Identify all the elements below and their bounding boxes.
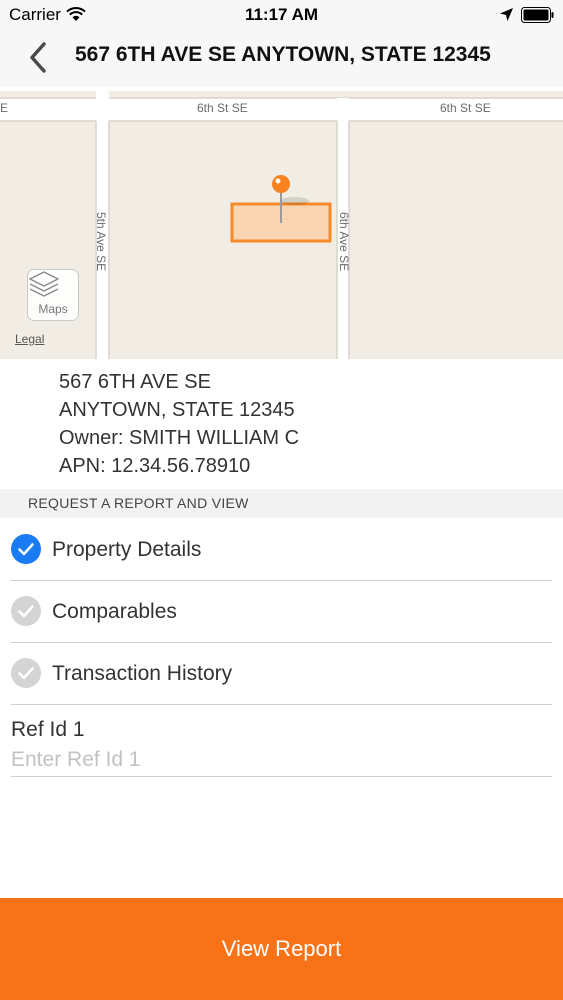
option-transaction-history[interactable]: Transaction History [11, 642, 552, 705]
option-label: Property Details [52, 538, 202, 561]
maps-button[interactable]: Maps [27, 269, 79, 321]
property-info: 567 6TH AVE SE ANYTOWN, STATE 12345 Owne… [59, 368, 299, 480]
navigation-bar: 567 6TH AVE SE ANYTOWN, STATE 12345 [0, 30, 563, 87]
view-report-button[interactable]: View Report [0, 898, 563, 1000]
legal-link[interactable]: Legal [15, 332, 44, 346]
battery-icon [521, 7, 554, 23]
option-label: Comparables [52, 600, 177, 623]
street-label-edge: E [0, 101, 9, 115]
page-title: 567 6TH AVE SE ANYTOWN, STATE 12345 [75, 43, 491, 66]
map-canvas [0, 87, 563, 359]
apn-label: APN: 12.34.56.78910 [59, 455, 251, 477]
checkmark-unchecked-icon [11, 658, 41, 688]
ref-id-input[interactable] [11, 746, 531, 774]
back-button[interactable] [18, 38, 58, 78]
owner-label: Owner: SMITH WILLIAM C [59, 427, 300, 449]
location-arrow-icon [500, 8, 513, 21]
address-line-1: 567 6TH AVE SE [59, 371, 211, 393]
street-label-right-vertical: 6th Ave SE [337, 212, 351, 272]
maps-button-label: Maps [38, 302, 68, 316]
status-bar: Carrier 11:17 AM [0, 0, 563, 30]
section-header: REQUEST A REPORT AND VIEW [0, 489, 563, 518]
clock: 11:17 AM [244, 5, 319, 24]
ref-id-field-group: Ref Id 1 [11, 704, 552, 777]
ref-id-label: Ref Id 1 [11, 718, 85, 741]
map-pin [272, 175, 290, 193]
map-view[interactable]: E 6th St SE 6th St SE 5th Ave SE 6th Ave… [0, 87, 563, 359]
street-label-left-vertical: 5th Ave SE [94, 212, 108, 272]
checkmark-checked-icon [11, 534, 41, 564]
street-label-top-left: 6th St SE [197, 101, 248, 115]
option-property-details[interactable]: Property Details [11, 518, 552, 581]
address-line-2: ANYTOWN, STATE 12345 [59, 399, 295, 421]
checkmark-unchecked-icon [11, 596, 41, 626]
chevron-left-icon [30, 42, 46, 73]
screen: Carrier 11:17 AM 567 6TH AVE SE ANYTOWN,… [0, 0, 563, 1000]
map-layers-icon [29, 271, 59, 297]
option-label: Transaction History [52, 662, 233, 685]
street-label-top-right: 6th St SE [440, 101, 491, 115]
option-comparables[interactable]: Comparables [11, 580, 552, 643]
section-header-label: REQUEST A REPORT AND VIEW [28, 495, 249, 511]
